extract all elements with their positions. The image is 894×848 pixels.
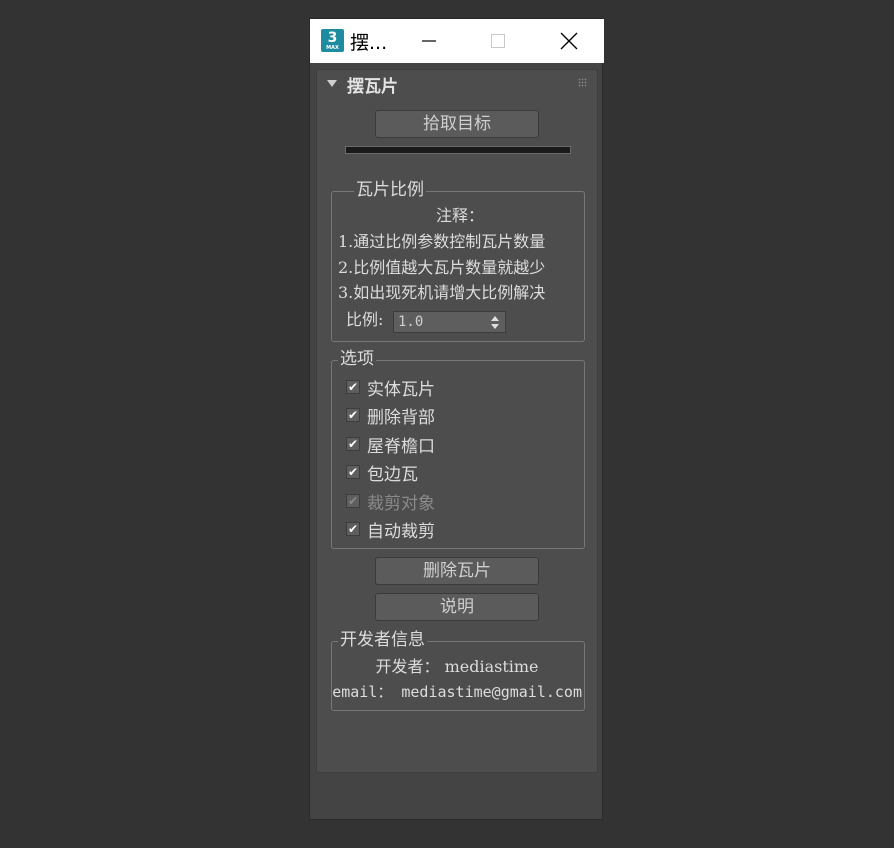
- minimize-icon: [422, 40, 436, 42]
- checkbox-label: 包边瓦: [367, 464, 418, 485]
- checkbox-label: 删除背部: [367, 407, 435, 428]
- ratio-label: 比例:: [346, 310, 384, 329]
- note-title: 注释：: [435, 206, 484, 225]
- developer-email: email： mediastime@gmail.com: [332, 683, 582, 701]
- help-button[interactable]: 说明: [375, 593, 539, 621]
- main-window: 3 MAX 摆... 摆瓦片 拾取目标 瓦片比例 注释： 1.通过比例参数控制瓦…: [309, 18, 604, 820]
- window-title: 摆...: [350, 32, 388, 54]
- developer-group: 开发者信息 开发者： mediastime email： mediastime@…: [331, 629, 585, 711]
- ratio-group: 瓦片比例 注释： 1.通过比例参数控制瓦片数量 2.比例值越大瓦片数量就越少 3…: [331, 179, 585, 342]
- collapse-arrow-icon[interactable]: [327, 80, 337, 87]
- checkbox-auto-clip[interactable]: ✔ 自动裁剪: [346, 517, 435, 542]
- check-icon[interactable]: ✔: [346, 465, 360, 479]
- app-icon-sub: MAX: [326, 45, 339, 51]
- checkbox-clip-object: ✔ 裁剪对象: [346, 489, 435, 514]
- checkbox-delete-back[interactable]: ✔ 删除背部: [346, 403, 435, 428]
- grip-icon[interactable]: [578, 78, 587, 87]
- note-line-2: 2.比例值越大瓦片数量就越少: [338, 258, 546, 277]
- maximize-icon: [491, 34, 505, 48]
- ratio-spinner[interactable]: 1.0: [393, 311, 506, 333]
- app-icon: 3 MAX: [321, 29, 344, 52]
- checkbox-label: 屋脊檐口: [367, 436, 435, 457]
- close-button[interactable]: [546, 19, 592, 63]
- spinner-up-icon[interactable]: [491, 316, 499, 321]
- ratio-group-label: 瓦片比例: [354, 179, 426, 201]
- options-group: 选项 ✔ 实体瓦片 ✔ 删除背部 ✔ 屋脊檐口 ✔ 包边瓦 ✔ 裁剪对象 ✔ 自…: [331, 348, 585, 549]
- checkbox-solid-tiles[interactable]: ✔ 实体瓦片: [346, 375, 435, 400]
- checkbox-label: 自动裁剪: [367, 521, 435, 542]
- app-icon-label: 3: [327, 30, 338, 46]
- checkbox-ridge-eaves[interactable]: ✔ 屋脊檐口: [346, 432, 435, 457]
- checkbox-label: 裁剪对象: [367, 493, 435, 514]
- rollout-panel: 摆瓦片 拾取目标 瓦片比例 注释： 1.通过比例参数控制瓦片数量 2.比例值越大…: [316, 69, 598, 773]
- note-line-1: 1.通过比例参数控制瓦片数量: [338, 232, 546, 251]
- delete-tiles-button[interactable]: 删除瓦片: [375, 557, 539, 585]
- check-icon[interactable]: ✔: [346, 408, 360, 422]
- pick-target-display: [345, 146, 571, 154]
- title-bar[interactable]: 3 MAX 摆...: [310, 19, 604, 63]
- check-icon: ✔: [346, 494, 360, 508]
- minimize-button[interactable]: [406, 19, 452, 63]
- ratio-value[interactable]: 1.0: [398, 314, 423, 330]
- checkbox-label: 实体瓦片: [367, 379, 435, 400]
- options-group-label: 选项: [338, 348, 376, 370]
- developer-group-label: 开发者信息: [338, 629, 427, 651]
- check-icon[interactable]: ✔: [346, 522, 360, 536]
- spinner-down-icon[interactable]: [491, 324, 499, 329]
- note-line-3: 3.如出现死机请增大比例解决: [338, 283, 546, 302]
- pick-target-button[interactable]: 拾取目标: [375, 110, 539, 138]
- close-icon: [560, 32, 578, 50]
- maximize-button[interactable]: [475, 19, 521, 63]
- check-icon[interactable]: ✔: [346, 380, 360, 394]
- rollout-title[interactable]: 摆瓦片: [347, 72, 398, 97]
- developer-name: 开发者： mediastime: [375, 657, 539, 676]
- checkbox-edge-tiles[interactable]: ✔ 包边瓦: [346, 460, 418, 485]
- check-icon[interactable]: ✔: [346, 437, 360, 451]
